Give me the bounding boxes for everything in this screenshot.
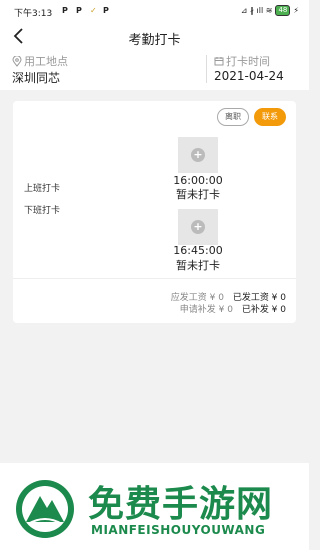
watermark-banner: 免费手游网 MIANFEISHOUYOUWANG: [0, 463, 309, 550]
contact-button[interactable]: 联系: [254, 108, 286, 126]
notification-icon: P: [62, 6, 68, 15]
checkout-status: 暂未打卡: [176, 259, 220, 272]
checkin-status: 暂未打卡: [176, 188, 220, 201]
location-value: 深圳同芯: [12, 71, 61, 85]
supplement-row: 申请补发 ¥ 0 已补发 ¥ 0: [180, 302, 286, 315]
supplement-paid: 已补发 ¥ 0: [241, 305, 286, 315]
notification-icon: ✓: [90, 6, 97, 15]
notification-icon: P: [76, 6, 82, 15]
status-right: ⊿ ∦ ıll ≋ 48 ⚡: [241, 5, 299, 16]
status-bar: 下午3:13 P P ✓ P ⊿ ∦ ıll ≋ 48 ⚡: [0, 0, 309, 22]
info-separator: [206, 55, 207, 83]
battery-icon: 48: [275, 5, 291, 16]
location-label: 用工地点: [24, 55, 68, 68]
brand-name: 免费手游网: [88, 484, 274, 525]
card-divider: [13, 278, 296, 279]
brand-subtitle: MIANFEISHOUYOUWANG: [91, 523, 266, 537]
plus-icon: +: [191, 148, 205, 162]
date-value: 2021-04-24: [214, 69, 284, 83]
page-title: 考勤打卡: [128, 33, 181, 48]
checkout-photo-button[interactable]: +: [178, 209, 218, 245]
location-label-group: 用工地点: [12, 53, 68, 69]
checkin-label: 上班打卡: [24, 184, 61, 194]
checkin-photo-button[interactable]: +: [178, 137, 218, 173]
supplement-apply: 申请补发 ¥ 0: [179, 305, 233, 315]
signal-icons: ⊿ ∦ ıll ≋: [240, 6, 273, 15]
notification-icon: P: [103, 6, 109, 15]
location-pin-icon: [12, 55, 22, 67]
checkout-time: 16:45:00: [173, 244, 223, 257]
date-label: 打卡时间: [226, 55, 270, 68]
attendance-info: 用工地点 深圳同芯 打卡时间 2021-04-24: [0, 50, 309, 90]
date-label-group: 打卡时间: [214, 53, 270, 69]
leave-button[interactable]: 离职: [217, 108, 249, 126]
attendance-card: 离职 联系 + 16:00:00 暂未打卡 上班打卡 下班打卡 + 16:45:…: [13, 101, 296, 323]
status-time: 下午3:13: [14, 9, 53, 19]
checkout-label: 下班打卡: [24, 206, 61, 216]
nav-bar: 考勤打卡: [0, 22, 309, 50]
charging-icon: ⚡: [293, 6, 299, 15]
calendar-icon: [214, 57, 224, 66]
brand-logo-icon: [16, 480, 74, 538]
plus-icon: +: [191, 220, 205, 234]
